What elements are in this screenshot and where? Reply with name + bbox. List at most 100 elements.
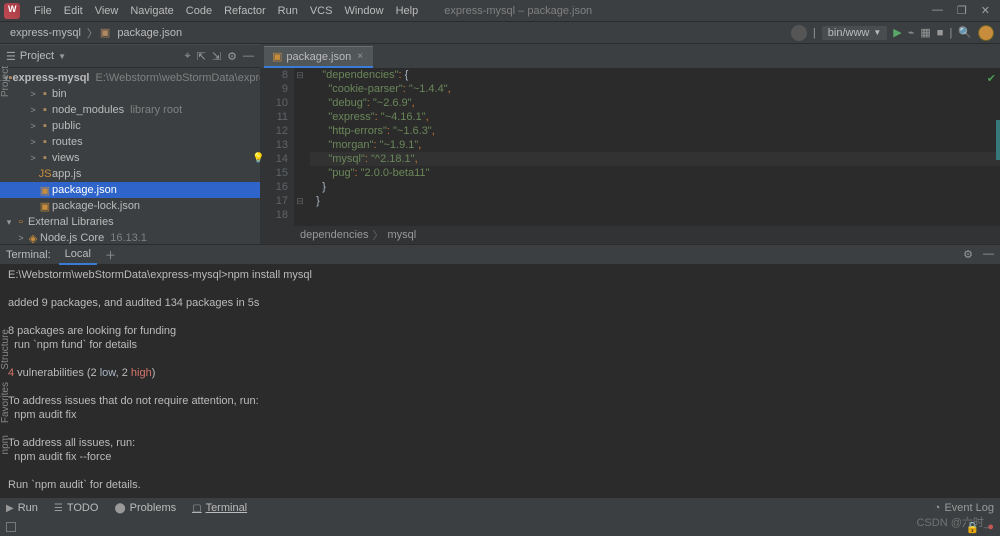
new-terminal-tab-icon[interactable]: ＋	[105, 247, 116, 263]
menu-vcs[interactable]: VCS	[304, 0, 339, 22]
right-gutter-marker[interactable]	[996, 120, 1000, 160]
folder-icon: ▪	[38, 120, 52, 132]
tree-row[interactable]: ▣package.json	[0, 182, 260, 198]
add-config-icon[interactable]	[791, 25, 807, 41]
status-dot-icon[interactable]: ●	[987, 521, 994, 533]
toolwindow-toggle-icon[interactable]	[6, 522, 16, 532]
lock-icon[interactable]: 🔒	[966, 521, 980, 534]
vuln-high: high	[131, 367, 152, 379]
expand-icon[interactable]: ⇱	[197, 50, 206, 63]
toolwin-favorites[interactable]: Favorites	[0, 376, 11, 429]
tree-row[interactable]: >◈Node.js Core16.13.1	[0, 230, 260, 244]
crumb-2[interactable]: mysql	[388, 229, 417, 241]
collapse-icon[interactable]: ⇲	[212, 50, 221, 63]
code-text[interactable]: "dependencies": { "cookie-parser": "~1.4…	[306, 68, 1000, 226]
terminal-body[interactable]: E:\Webstorm\webStormData\express-mysql>n…	[0, 264, 1000, 498]
toolwin-todo[interactable]: ☰TODO	[54, 502, 99, 514]
folder-icon: ▪	[38, 104, 52, 116]
breadcrumb-project[interactable]: express-mysql	[6, 27, 85, 39]
debug-icon[interactable]: ⌁	[908, 26, 915, 39]
coverage-icon[interactable]: ▦	[920, 26, 930, 39]
run-icon[interactable]: ▶	[893, 26, 901, 39]
terminal-line: To address all issues, run:	[8, 437, 135, 449]
intention-bulb-icon[interactable]: 💡	[252, 152, 264, 166]
menu-file[interactable]: File	[28, 0, 58, 22]
warn-icon: ⬤	[114, 503, 125, 514]
json-icon: ▣	[38, 200, 52, 213]
json-icon: ▣	[38, 184, 52, 197]
editor-tabbar: ▣ package.json ×	[260, 44, 1000, 68]
app-logo	[4, 3, 20, 19]
terminal-cmd: npm install mysql	[228, 269, 312, 281]
toolwin-problems[interactable]: ⬤Problems	[114, 502, 176, 514]
close-icon[interactable]: ×	[357, 51, 363, 62]
folder-icon: ▪	[38, 88, 52, 100]
user-avatar[interactable]	[978, 25, 994, 41]
tree-row[interactable]: ▾▫External Libraries	[0, 214, 260, 230]
terminal-header: Terminal: Local ＋ ⚙ —	[0, 244, 1000, 264]
line-number-gutter: 89101112131415161718	[260, 68, 294, 226]
vuln-text: , 2	[116, 367, 131, 379]
menu-run[interactable]: Run	[272, 0, 304, 22]
breadcrumb-file[interactable]: package.json	[113, 27, 186, 39]
tree-row[interactable]: ▣package-lock.json	[0, 198, 260, 214]
toolwin-eventlog[interactable]: Event Log	[944, 502, 994, 514]
bottom-toolbar: ▶Run ☰TODO ⬤Problems ▢Terminal ◔ Event L…	[0, 498, 1000, 518]
run-config-select[interactable]: bin/www ▼	[822, 26, 888, 40]
minimize-button[interactable]: —	[932, 4, 943, 17]
hide-icon[interactable]: —	[243, 50, 254, 63]
menu-help[interactable]: Help	[390, 0, 425, 22]
toolwin-project[interactable]: Project	[0, 60, 11, 103]
chevron-down-icon: ▼	[873, 28, 881, 37]
fold-gutter[interactable]: ⊟⊟	[294, 68, 306, 226]
terminal-line: npm audit fix --force	[8, 451, 111, 463]
toolwin-npm[interactable]: npm	[0, 429, 11, 460]
menu-edit[interactable]: Edit	[58, 0, 89, 22]
tree-row[interactable]: >▪public	[0, 118, 260, 134]
tree-row[interactable]: >▪routes	[0, 134, 260, 150]
json-file-icon: ▣	[100, 26, 110, 39]
tree-row[interactable]: ▾▪express-mysqlE:\Webstorm\webStormData\…	[0, 70, 260, 86]
editor-breadcrumb[interactable]: dependencies 〉 mysql	[260, 226, 1000, 244]
close-button[interactable]: ✕	[981, 4, 990, 17]
maximize-button[interactable]: ❐	[957, 4, 967, 17]
project-tree[interactable]: ▾▪express-mysqlE:\Webstorm\webStormData\…	[0, 68, 260, 244]
locate-icon[interactable]: ⌖	[184, 50, 190, 63]
project-sidebar: ☰ Project ▼ ⌖ ⇱ ⇲ ⚙ — ▾▪express-mysqlE:\…	[0, 44, 260, 244]
project-view-label[interactable]: Project	[20, 50, 54, 62]
chevron-down-icon[interactable]: ▼	[58, 52, 66, 61]
tree-row[interactable]: >▪node_moduleslibrary root	[0, 102, 260, 118]
gear-icon[interactable]: ⚙	[963, 248, 973, 261]
menu-refactor[interactable]: Refactor	[218, 0, 272, 22]
menubar: File Edit View Navigate Code Refactor Ru…	[0, 0, 1000, 22]
search-icon[interactable]: 🔍	[958, 26, 972, 39]
project-sidebar-header: ☰ Project ▼ ⌖ ⇱ ⇲ ⚙ —	[0, 44, 260, 68]
toolwin-terminal[interactable]: ▢Terminal	[192, 502, 247, 514]
toolwin-structure[interactable]: Structure	[0, 323, 11, 376]
menu-navigate[interactable]: Navigate	[124, 0, 179, 22]
tab-label: package.json	[286, 51, 351, 63]
tree-row[interactable]: >▪views	[0, 150, 260, 166]
crumb-1[interactable]: dependencies	[300, 229, 369, 241]
tree-row[interactable]: >▪bin	[0, 86, 260, 102]
vuln-text: )	[152, 367, 156, 379]
menu-window[interactable]: Window	[338, 0, 389, 22]
tab-package-json[interactable]: ▣ package.json ×	[264, 46, 373, 68]
toolwin-run[interactable]: ▶Run	[6, 502, 38, 514]
menu-code[interactable]: Code	[180, 0, 218, 22]
gear-icon[interactable]: ⚙	[227, 50, 237, 63]
external-library-icon: ▫	[14, 216, 28, 228]
hide-icon[interactable]: —	[983, 248, 994, 261]
terminal-prompt: E:\Webstorm\webStormData\express-mysql>	[8, 269, 228, 281]
window-title-hint: express-mysql – package.json	[444, 5, 592, 17]
terminal-line: Run `npm audit` for details.	[8, 479, 141, 491]
terminal-tab-local[interactable]: Local	[59, 245, 97, 265]
terminal-line: run `npm fund` for details	[8, 339, 137, 351]
inspection-ok-icon[interactable]: ✔	[987, 72, 996, 85]
tree-row[interactable]: JSapp.js	[0, 166, 260, 182]
stop-icon[interactable]: ■	[937, 27, 944, 39]
menu-view[interactable]: View	[89, 0, 125, 22]
terminal-line: To address issues that do not require at…	[8, 395, 259, 407]
terminal-line: 8 packages are looking for funding	[8, 325, 176, 337]
code-area[interactable]: 89101112131415161718 ⊟⊟ "dependencies": …	[260, 68, 1000, 226]
